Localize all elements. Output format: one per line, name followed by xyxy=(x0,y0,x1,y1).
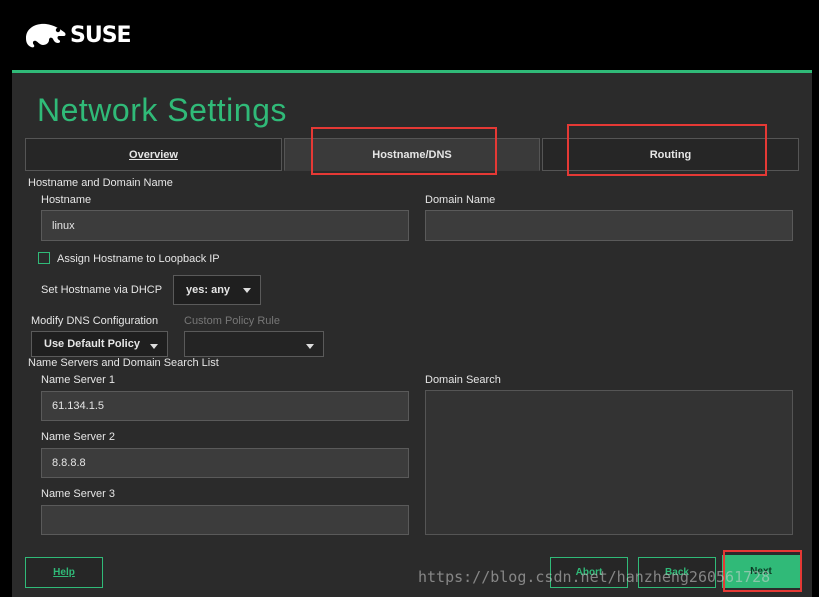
modify-dns-value: Use Default Policy xyxy=(44,338,140,350)
tab-label: Hostname/DNS xyxy=(372,148,452,161)
help-button[interactable]: Help xyxy=(25,557,103,588)
custom-policy-select[interactable] xyxy=(184,331,324,357)
chevron-down-icon xyxy=(306,344,314,349)
tab-routing[interactable]: Routing xyxy=(542,138,799,171)
name-server-2-input[interactable]: 8.8.8.8 xyxy=(41,448,409,478)
page-title: Network Settings xyxy=(37,92,287,128)
name-server-3-input[interactable] xyxy=(41,505,409,535)
tab-label: Overview xyxy=(129,148,178,161)
domain-search-label: Domain Search xyxy=(425,374,501,386)
tab-hostname-dns[interactable]: Hostname/DNS xyxy=(284,138,540,171)
watermark: https://blog.csdn.net/hanzheng260561728 xyxy=(418,568,771,586)
modify-dns-label: Modify DNS Configuration xyxy=(31,315,159,327)
domain-search-textarea[interactable] xyxy=(425,390,793,535)
hostname-input[interactable]: linux xyxy=(41,210,409,241)
modify-dns-select[interactable]: Use Default Policy xyxy=(31,331,168,357)
name-server-1-label: Name Server 1 xyxy=(41,374,115,386)
chevron-down-icon xyxy=(243,288,251,293)
name-server-2-label: Name Server 2 xyxy=(41,431,115,443)
dhcp-select-value: yes: any xyxy=(186,284,231,296)
top-bar: SUSE xyxy=(0,0,819,70)
suse-logo: SUSE xyxy=(24,20,132,50)
hostname-label: Hostname xyxy=(41,194,92,206)
dhcp-label: Set Hostname via DHCP xyxy=(41,284,163,296)
loopback-checkbox[interactable] xyxy=(38,252,50,264)
logo-text: SUSE xyxy=(70,22,132,48)
domain-name-input[interactable] xyxy=(425,210,793,241)
dhcp-select[interactable]: yes: any xyxy=(173,275,261,305)
name-server-1-input[interactable]: 61.134.1.5 xyxy=(41,391,409,421)
name-server-3-label: Name Server 3 xyxy=(41,488,115,500)
section-title-nameservers: Name Servers and Domain Search List xyxy=(28,357,219,369)
help-button-label: Help xyxy=(53,567,75,578)
domain-name-label: Domain Name xyxy=(425,194,496,206)
loopback-label: Assign Hostname to Loopback IP xyxy=(57,253,220,265)
custom-policy-label: Custom Policy Rule xyxy=(184,315,280,327)
chameleon-icon xyxy=(26,23,66,48)
chevron-down-icon xyxy=(150,344,158,349)
tab-label: Routing xyxy=(649,148,692,161)
tab-overview[interactable]: Overview xyxy=(25,138,282,171)
section-title-hostname: Hostname and Domain Name xyxy=(28,177,173,189)
